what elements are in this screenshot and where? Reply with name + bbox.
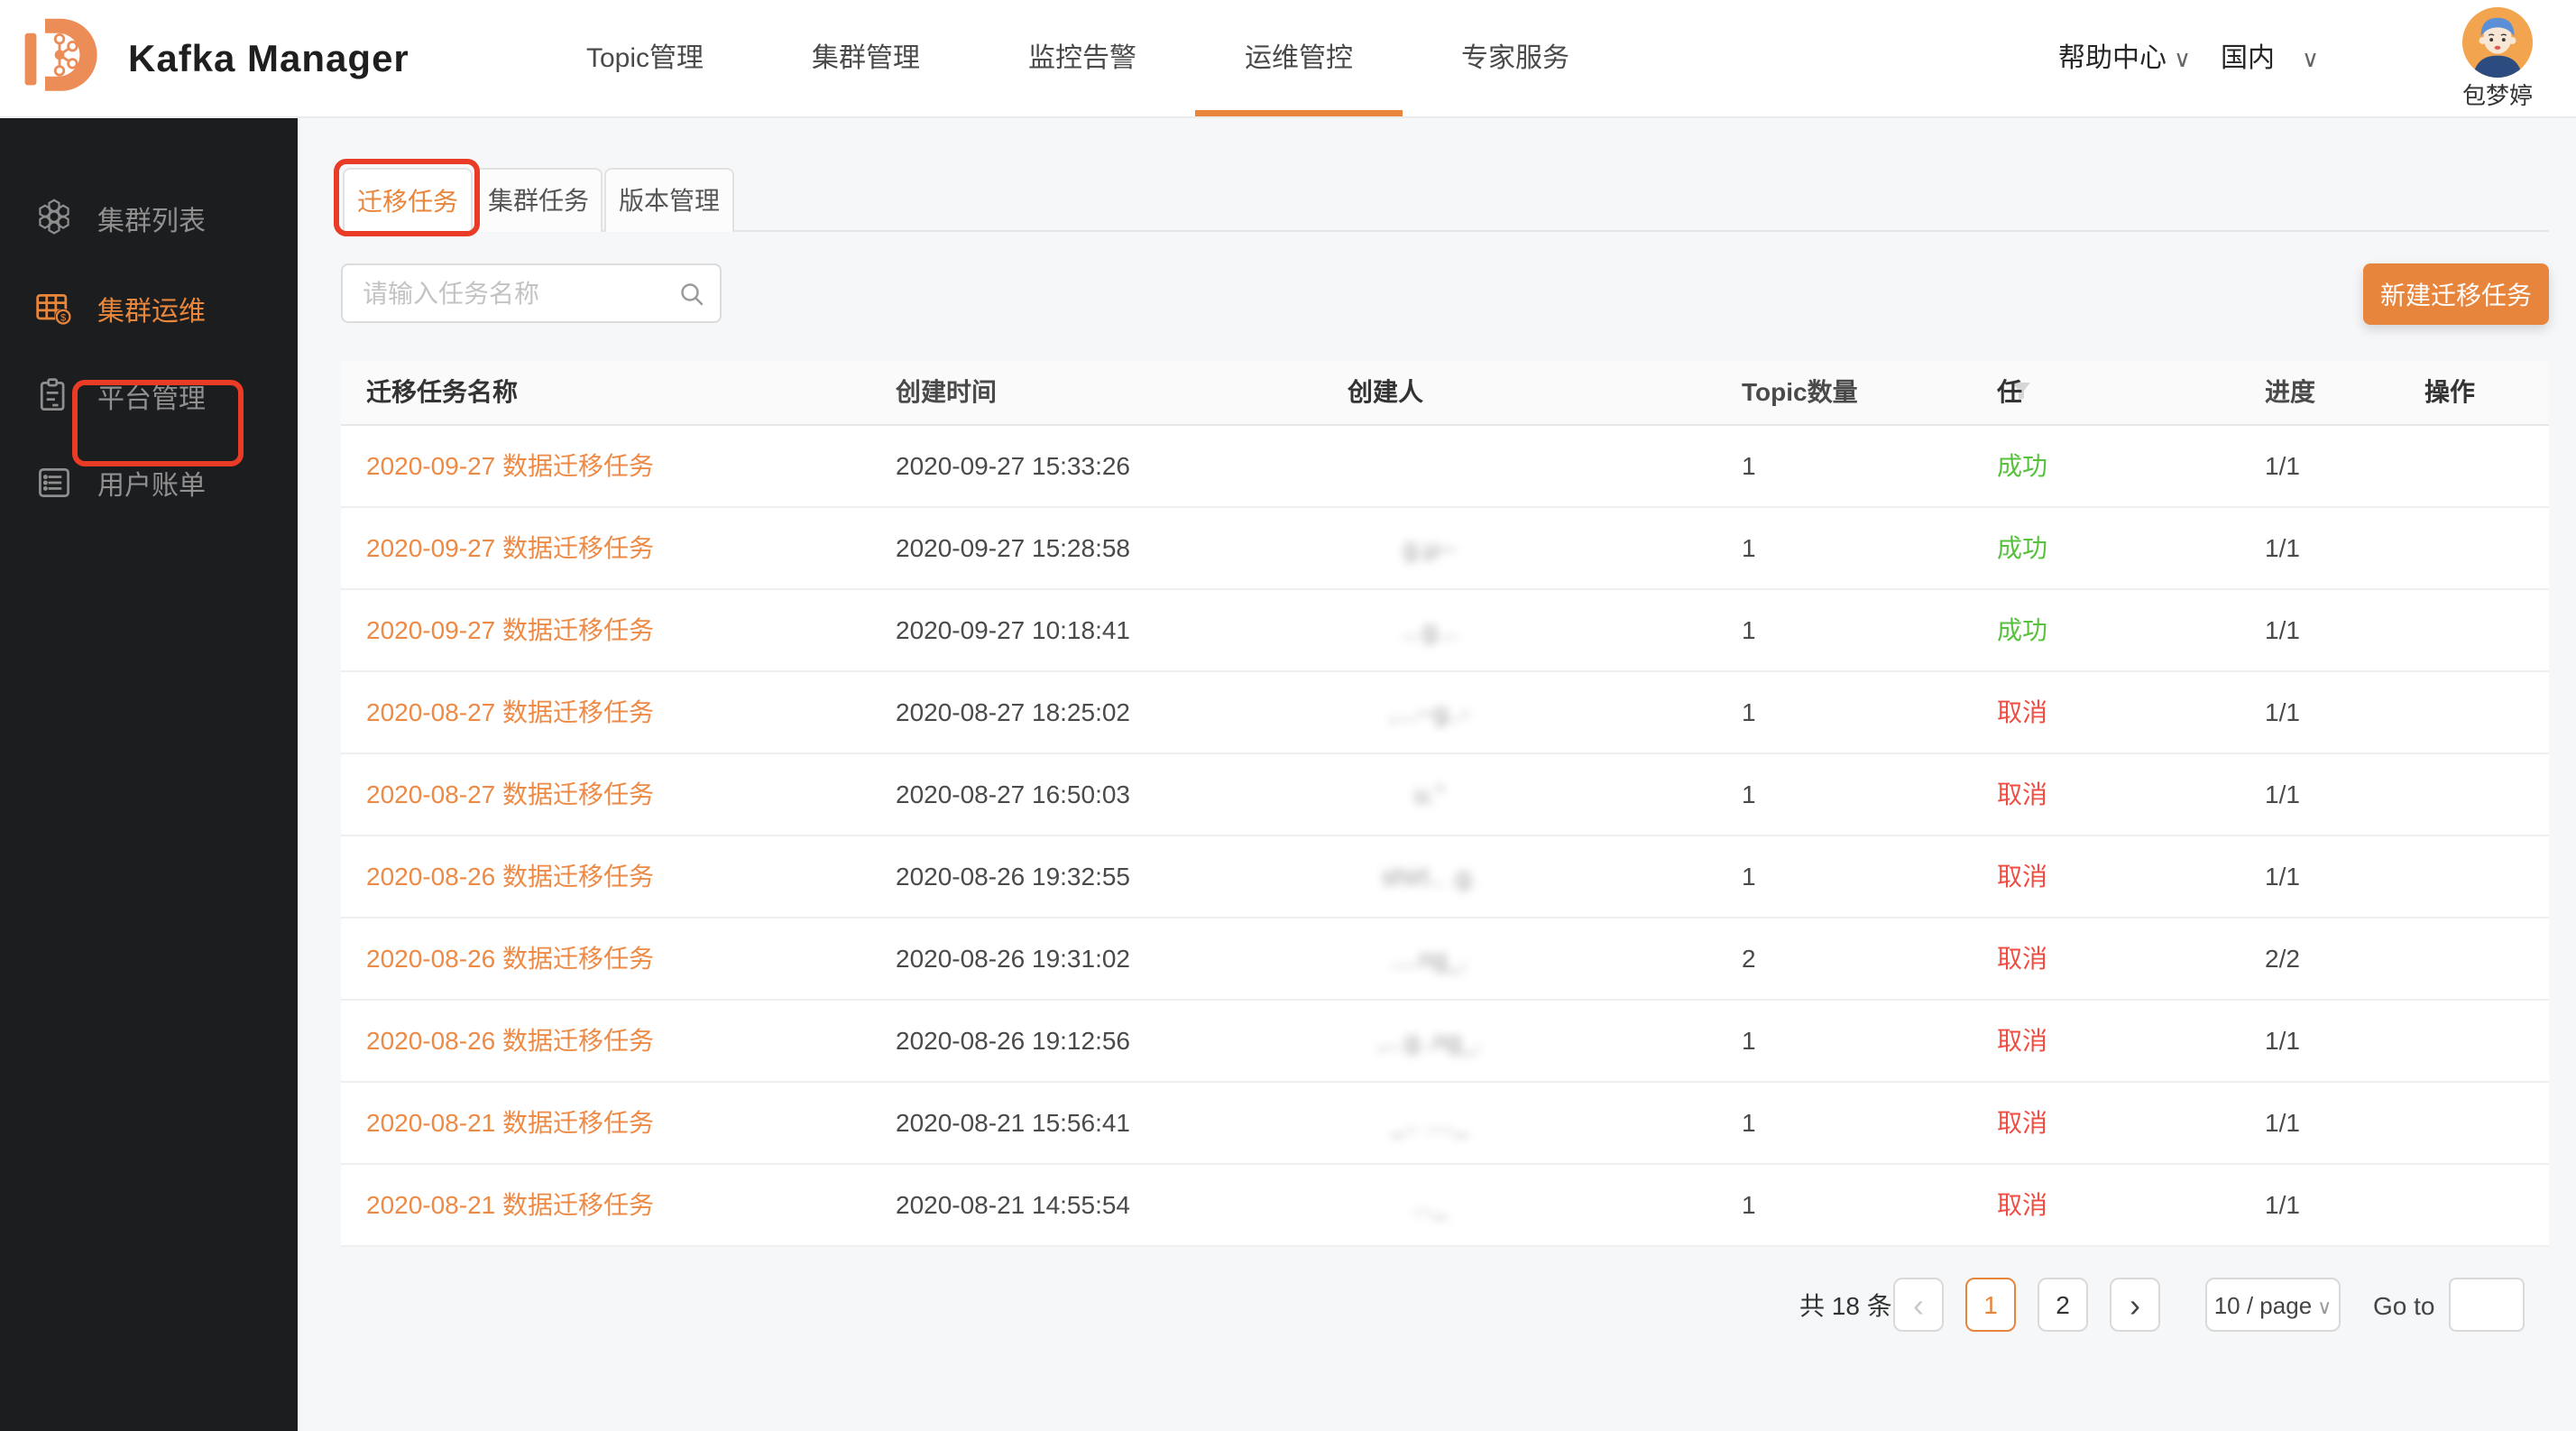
col-progress: 进度	[2265, 361, 2315, 424]
app-title: Kafka Manager	[128, 0, 409, 116]
table-row: 2020-08-21 数据迁移任务 2020-08-21 15:56:41 _.…	[341, 1083, 2549, 1165]
help-center-menu[interactable]: 帮助中心 ∨	[2058, 0, 2191, 116]
search-icon[interactable]	[678, 281, 705, 308]
col-action: 操作	[2424, 361, 2475, 424]
table-row: 2020-09-27 数据迁移任务 2020-09-27 10:18:41 ..…	[341, 590, 2549, 672]
col-topic-count: Topic数量	[1742, 361, 1858, 424]
table-row: 2020-08-21 数据迁移任务 2020-08-21 14:55:54 ..…	[341, 1165, 2549, 1247]
hexagon-cluster-icon	[34, 198, 74, 238]
svg-text:$: $	[60, 312, 66, 323]
task-link[interactable]: 2020-09-27 数据迁移任务	[366, 426, 654, 506]
task-link[interactable]: 2020-08-26 数据迁移任务	[366, 836, 654, 917]
kafka-manager-logo-icon	[23, 14, 110, 101]
creator-redacted: ....ng_.	[1281, 919, 1578, 999]
sidebar: 集群列表 $ 集群运维 平台管理	[0, 116, 298, 1431]
task-link[interactable]: 2020-08-21 数据迁移任务	[366, 1165, 654, 1245]
tab-version-management[interactable]: 版本管理	[604, 168, 734, 232]
user-menu[interactable]: 包梦婷	[2444, 7, 2551, 109]
sidebar-item-cluster-list[interactable]: 集群列表	[0, 189, 298, 247]
col-creator: 创建人	[1348, 361, 1423, 424]
table-row: 2020-08-26 数据迁移任务 2020-08-26 19:12:56 ,.…	[341, 1001, 2549, 1083]
status-badge: 取消	[1997, 754, 2047, 835]
task-link[interactable]: 2020-08-21 数据迁移任务	[366, 1083, 654, 1163]
goto-label: Go to	[2373, 1278, 2434, 1335]
create-migration-task-button[interactable]: 新建迁移任务	[2363, 263, 2549, 325]
clipboard-icon	[34, 376, 74, 416]
status-badge: 取消	[1997, 1083, 2047, 1163]
page-size-select[interactable]: 10 / page∨	[2205, 1278, 2341, 1332]
creator-redacted: _.. ...._	[1281, 1083, 1578, 1163]
nav-expert-service[interactable]: 专家服务	[1412, 0, 1619, 116]
page-button-1[interactable]: 1	[1965, 1278, 2016, 1332]
col-task-name: 迁移任务名称	[366, 361, 518, 424]
creator-redacted: ..._	[1281, 1165, 1578, 1245]
avatar	[2462, 7, 2533, 78]
task-link[interactable]: 2020-08-27 数据迁移任务	[366, 672, 654, 752]
total-count: 共 18 条	[1799, 1278, 1892, 1335]
task-link[interactable]: 2020-08-26 数据迁移任务	[366, 919, 654, 999]
creator-redacted: ,...--g..-	[1281, 672, 1578, 752]
nav-topic-management[interactable]: Topic管理	[537, 0, 753, 116]
kafka-manager-app: Kafka Manager Topic管理 集群管理 监控告警 运维管控 专家服…	[0, 0, 2576, 1431]
table-row: 2020-08-27 数据迁移任务 2020-08-27 18:25:02 ,.…	[341, 672, 2549, 754]
pagination: 共 18 条 ‹ 1 2 › 10 / page∨ Go to	[341, 1278, 2549, 1335]
status-badge: 取消	[1997, 1001, 2047, 1081]
tab-cluster-tasks[interactable]: 集群任务	[474, 168, 603, 232]
col-created-time: 创建时间	[896, 361, 997, 424]
task-link[interactable]: 2020-09-27 数据迁移任务	[366, 508, 654, 588]
sidebar-item-label: 集群运维	[97, 289, 206, 328]
status-badge: 成功	[1997, 590, 2047, 670]
chevron-down-icon: ∨	[2174, 45, 2191, 72]
col-task-status: 任务状态	[1997, 361, 2033, 424]
creator-redacted: u.''	[1281, 754, 1578, 835]
task-link[interactable]: 2020-08-26 数据迁移任务	[366, 1001, 654, 1081]
sidebar-item-cluster-ops[interactable]: $ 集群运维	[0, 280, 298, 337]
nav-monitor-alert[interactable]: 监控告警	[979, 0, 1186, 116]
creator-redacted: g.µ--	[1281, 508, 1578, 588]
status-badge: 取消	[1997, 1165, 2047, 1245]
ops-billing-table-icon: $	[34, 289, 74, 328]
sidebar-item-label: 用户账单	[97, 463, 206, 503]
status-badge: 取消	[1997, 672, 2047, 752]
bill-list-icon	[34, 463, 74, 503]
table-row: 2020-08-26 数据迁移任务 2020-08-26 19:32:55 sh…	[341, 836, 2549, 919]
prev-page-button[interactable]: ‹	[1893, 1278, 1944, 1332]
sidebar-item-user-billing[interactable]: 用户账单	[0, 454, 298, 512]
nav-cluster-management[interactable]: 集群管理	[762, 0, 970, 116]
chevron-down-icon: ∨	[2302, 45, 2319, 72]
table-header-row: 迁移任务名称 创建时间 创建人 Topic数量 任务状态 进度 操作	[341, 361, 2549, 426]
task-search	[341, 263, 722, 323]
region-label: 国内	[2221, 43, 2275, 73]
status-badge: 取消	[1997, 836, 2047, 917]
top-nav: Topic管理 集群管理 监控告警 运维管控 专家服务	[537, 0, 1628, 116]
topbar: Kafka Manager Topic管理 集群管理 监控告警 运维管控 专家服…	[0, 0, 2576, 118]
creator-redacted: ,...g..ng_.	[1281, 1001, 1578, 1081]
status-badge: 取消	[1997, 919, 2047, 999]
nav-ops-control[interactable]: 运维管控	[1195, 0, 1403, 116]
table-row: 2020-08-27 数据迁移任务 2020-08-27 16:50:03 u.…	[341, 754, 2549, 836]
page-button-2[interactable]: 2	[2038, 1278, 2088, 1332]
table-row: 2020-09-27 数据迁移任务 2020-09-27 15:33:26 1 …	[341, 426, 2549, 508]
sidebar-item-label: 集群列表	[97, 198, 206, 238]
task-link[interactable]: 2020-08-27 数据迁移任务	[366, 754, 654, 835]
creator-redacted: ...g...	[1281, 590, 1578, 670]
chevron-down-icon: ∨	[2317, 1296, 2332, 1318]
task-link[interactable]: 2020-09-27 数据迁移任务	[366, 590, 654, 670]
creator-redacted: shirl.. .g.	[1281, 836, 1578, 917]
region-selector[interactable]: 国内 ∨	[2221, 0, 2319, 116]
table-row: 2020-08-26 数据迁移任务 2020-08-26 19:31:02 ..…	[341, 919, 2549, 1001]
help-center-label: 帮助中心	[2058, 43, 2167, 73]
next-page-button[interactable]: ›	[2110, 1278, 2160, 1332]
sidebar-item-label: 平台管理	[97, 376, 206, 416]
goto-page-input[interactable]	[2449, 1278, 2525, 1332]
search-input[interactable]	[361, 265, 671, 323]
sidebar-item-platform-management[interactable]: 平台管理	[0, 367, 298, 425]
table-row: 2020-09-27 数据迁移任务 2020-09-27 15:28:58 g.…	[341, 508, 2549, 590]
status-badge: 成功	[1997, 508, 2047, 588]
migration-task-table: 迁移任务名称 创建时间 创建人 Topic数量 任务状态 进度 操作 2020-…	[341, 361, 2549, 1247]
username: 包梦婷	[2444, 82, 2551, 109]
status-badge: 成功	[1997, 426, 2047, 506]
tab-migration-tasks[interactable]: 迁移任务	[343, 168, 473, 234]
